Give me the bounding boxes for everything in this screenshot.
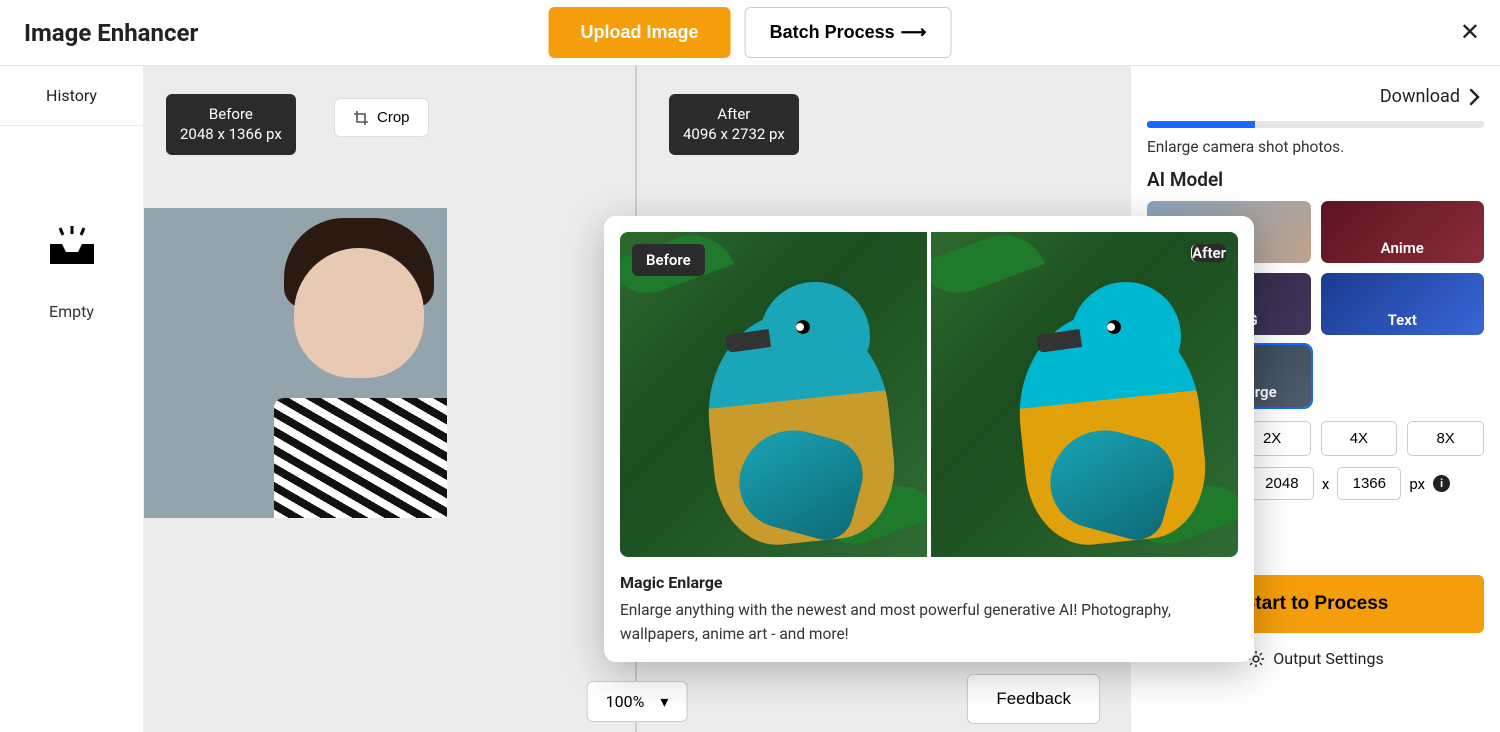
- popover-title: Magic Enlarge: [620, 573, 1238, 592]
- crop-icon: [353, 110, 369, 126]
- popover-before-badge: Before: [632, 244, 705, 276]
- empty-tray-icon: [48, 226, 96, 266]
- download-button[interactable]: Download: [1131, 66, 1500, 117]
- before-label: Before 2048 x 1366 px: [166, 94, 296, 155]
- zoom-value: 100%: [606, 692, 645, 711]
- model-anime[interactable]: Anime: [1321, 201, 1485, 263]
- crop-button[interactable]: Crop: [334, 98, 429, 137]
- dimension-separator: x: [1322, 475, 1329, 493]
- model-text-label: Text: [1388, 311, 1417, 335]
- section-description: Enlarge camera shot photos.: [1131, 138, 1500, 166]
- model-info-popover: Before After Magic Enlarge Enlarge anyth…: [604, 216, 1254, 662]
- after-label: After 4096 x 2732 px: [669, 94, 799, 155]
- history-tab[interactable]: History: [0, 66, 143, 126]
- after-title: After: [683, 104, 785, 124]
- after-dimensions: 4096 x 2732 px: [683, 124, 785, 144]
- batch-process-label: Batch Process: [770, 22, 895, 43]
- upload-image-button[interactable]: Upload Image: [549, 7, 731, 58]
- before-image-preview[interactable]: [144, 208, 447, 518]
- crop-label: Crop: [377, 109, 410, 126]
- scale-4x[interactable]: 4X: [1321, 421, 1398, 456]
- before-dimensions: 2048 x 1366 px: [180, 124, 282, 144]
- popover-after-image: After: [931, 232, 1238, 557]
- app-title: Image Enhancer: [24, 19, 198, 47]
- model-text[interactable]: Text: [1321, 273, 1485, 335]
- progress-bar: [1147, 121, 1484, 128]
- feedback-button[interactable]: Feedback: [967, 674, 1100, 724]
- zoom-select[interactable]: 100% ▾: [587, 681, 688, 722]
- popover-after-badge: After: [1191, 244, 1226, 262]
- ai-model-heading: AI Model: [1131, 166, 1500, 201]
- download-label: Download: [1380, 86, 1460, 107]
- chevron-down-icon: ▾: [660, 692, 668, 711]
- width-input[interactable]: [1250, 467, 1314, 500]
- model-anime-label: Anime: [1381, 239, 1424, 263]
- before-title: Before: [180, 104, 282, 124]
- chevron-right-icon: [1468, 88, 1482, 106]
- px-label: px: [1409, 475, 1425, 493]
- sidebar-empty-label: Empty: [49, 302, 94, 321]
- batch-process-button[interactable]: Batch Process ⟶: [745, 7, 952, 58]
- info-icon[interactable]: i: [1433, 475, 1450, 492]
- popover-description: Enlarge anything with the newest and mos…: [620, 598, 1238, 646]
- arrow-right-icon: ⟶: [901, 22, 927, 43]
- close-icon[interactable]: ✕: [1460, 18, 1480, 47]
- scale-8x[interactable]: 8X: [1407, 421, 1484, 456]
- popover-before-image: Before: [620, 232, 927, 557]
- height-input[interactable]: [1337, 467, 1401, 500]
- output-settings-label: Output Settings: [1273, 649, 1384, 668]
- before-pane: Before 2048 x 1366 px Crop: [144, 66, 637, 732]
